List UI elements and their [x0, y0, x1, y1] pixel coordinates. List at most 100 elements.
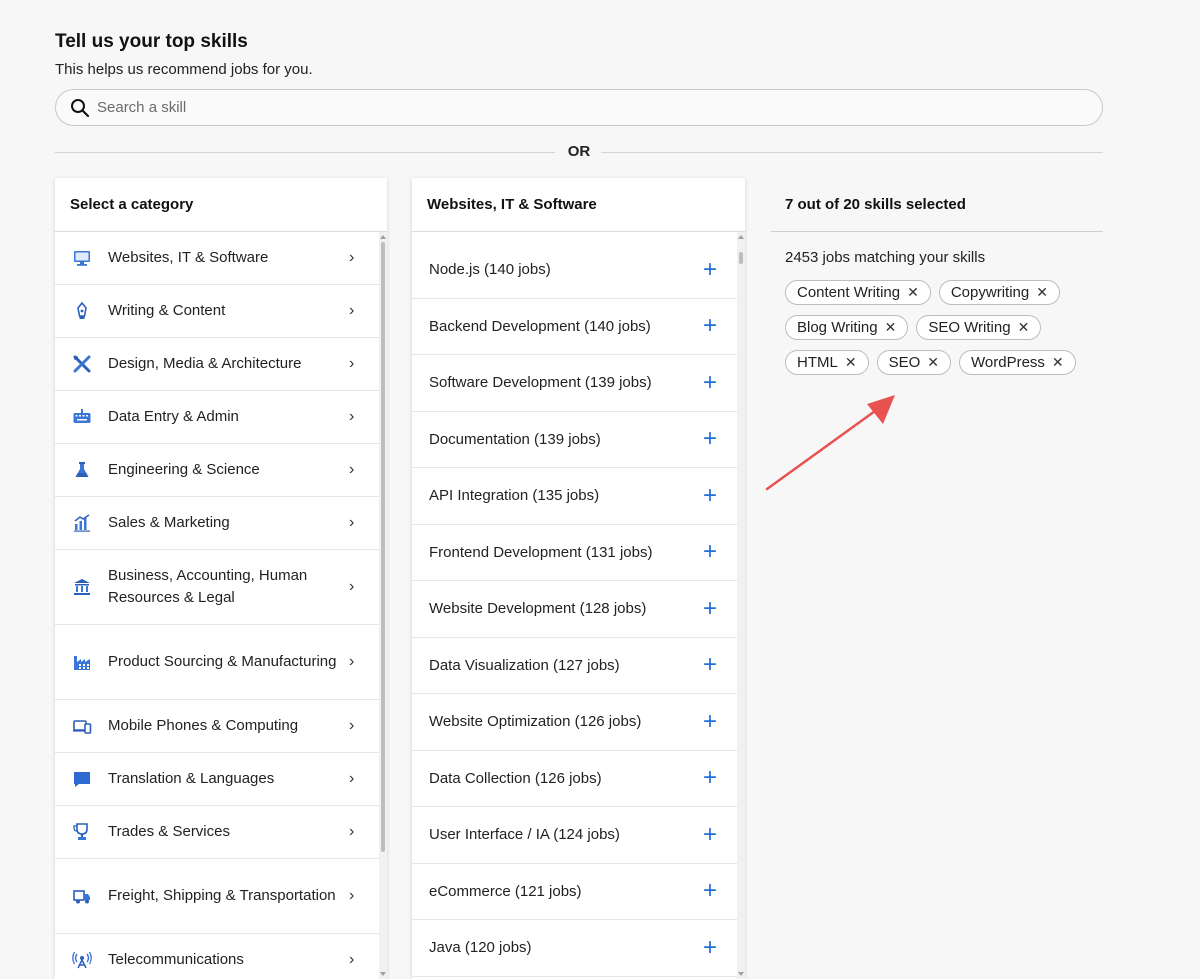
- selected-skill-chip: Content Writing ✕: [785, 280, 931, 305]
- skill-panel-title: Websites, IT & Software: [412, 178, 745, 232]
- category-label: Data Entry & Admin: [108, 408, 239, 425]
- category-panel: Select a category Websites, IT & Softwar…: [55, 178, 387, 979]
- page-subtitle: This helps us recommend jobs for you.: [55, 61, 313, 78]
- selected-count: 7 out of 20 skills selected: [771, 178, 1103, 232]
- category-scrollbar[interactable]: [379, 232, 387, 979]
- annotation-arrow: [765, 395, 895, 491]
- chevron-right-icon: ›: [349, 302, 355, 319]
- remove-chip-icon[interactable]: ✕: [1052, 354, 1064, 371]
- add-skill-icon[interactable]: +: [703, 935, 717, 960]
- skill-list: Node.js (140 jobs) + Backend Development (…: [412, 232, 737, 979]
- search-input[interactable]: [97, 99, 997, 116]
- factory-icon: [71, 651, 93, 673]
- chart-icon: [71, 512, 93, 534]
- category-label: Websites, IT & Software: [108, 249, 269, 266]
- skill-item[interactable]: API Integration (135 jobs) +: [412, 468, 737, 525]
- skill-label: User Interface / IA (124 jobs): [429, 826, 620, 844]
- chip-label: Copywriting: [950, 284, 1030, 301]
- remove-chip-icon[interactable]: ✕: [907, 284, 919, 301]
- add-skill-icon[interactable]: +: [703, 540, 717, 564]
- chevron-right-icon: ›: [349, 578, 355, 595]
- remove-chip-icon[interactable]: ✕: [927, 354, 939, 371]
- scroll-down-arrow[interactable]: [738, 972, 744, 976]
- selected-skills-panel: 7 out of 20 skills selected 2453 jobs ma…: [771, 178, 1103, 385]
- skill-item[interactable]: Data Collection (126 jobs) +: [412, 751, 737, 807]
- category-panel-title: Select a category: [55, 178, 387, 232]
- add-skill-icon[interactable]: +: [703, 653, 717, 677]
- selected-skill-chip: HTML ✕: [785, 350, 869, 375]
- chip-label: SEO: [888, 354, 921, 371]
- design-tools-icon: [71, 353, 93, 375]
- category-item[interactable]: Websites, IT & Software ›: [55, 232, 379, 285]
- category-item[interactable]: Product Sourcing & Manufacturing ›: [55, 625, 379, 700]
- category-item[interactable]: Mobile Phones & Computing ›: [55, 700, 379, 753]
- skill-item[interactable]: Java (120 jobs) +: [412, 920, 737, 977]
- selected-skill-chip: Copywriting ✕: [938, 280, 1060, 305]
- skill-scrollbar[interactable]: [737, 232, 745, 979]
- category-label: Freight, Shipping & Transportation: [108, 887, 336, 904]
- category-item[interactable]: Engineering & Science ›: [55, 444, 379, 497]
- add-skill-icon[interactable]: +: [703, 709, 717, 734]
- category-label: Telecommunications: [108, 951, 244, 968]
- category-item[interactable]: Writing & Content ›: [55, 285, 379, 338]
- category-item[interactable]: Data Entry & Admin ›: [55, 391, 379, 444]
- scroll-up-arrow[interactable]: [380, 235, 386, 239]
- page-title: Tell us your top skills: [55, 31, 248, 52]
- skill-label: Node.js (140 jobs): [429, 261, 551, 279]
- scroll-up-arrow[interactable]: [738, 235, 744, 239]
- keyboard-icon: [71, 406, 93, 428]
- add-skill-icon[interactable]: +: [703, 370, 717, 395]
- category-item[interactable]: Design, Media & Architecture ›: [55, 338, 379, 391]
- chevron-right-icon: ›: [349, 461, 355, 478]
- skill-label: API Integration (135 jobs): [429, 487, 600, 505]
- page-header: Tell us your top skills This helps us re…: [55, 31, 313, 78]
- category-label: Sales & Marketing: [108, 514, 230, 531]
- divider-line-right: [601, 152, 1103, 153]
- category-item[interactable]: Translation & Languages ›: [55, 753, 379, 806]
- skill-label: Documentation (139 jobs): [429, 430, 601, 448]
- category-label: Business, Accounting, Human Resources & …: [108, 567, 308, 606]
- category-item[interactable]: Telecommunications ›: [55, 934, 379, 979]
- chip-label: Blog Writing: [797, 319, 878, 336]
- skill-item[interactable]: Software Development (139 jobs) +: [412, 355, 737, 412]
- category-label: Trades & Services: [108, 823, 230, 840]
- add-skill-icon[interactable]: +: [703, 766, 717, 790]
- remove-chip-icon[interactable]: ✕: [885, 319, 897, 336]
- skill-item[interactable]: Backend Development (140 jobs) +: [412, 299, 737, 355]
- add-skill-icon[interactable]: +: [703, 314, 717, 338]
- category-item[interactable]: Trades & Services ›: [55, 806, 379, 859]
- skill-item[interactable]: Node.js (140 jobs) +: [412, 242, 737, 299]
- category-label: Translation & Languages: [108, 770, 275, 787]
- skill-item[interactable]: Documentation (139 jobs) +: [412, 412, 737, 468]
- selected-skill-chip: Blog Writing ✕: [785, 315, 909, 340]
- skill-item[interactable]: User Interface / IA (124 jobs) +: [412, 807, 737, 864]
- skill-item[interactable]: Website Development (128 jobs) +: [412, 581, 737, 638]
- devices-icon: [71, 715, 93, 737]
- category-list: Websites, IT & Software › Writing & Conten…: [55, 232, 379, 979]
- skill-item[interactable]: eCommerce (121 jobs) +: [412, 864, 737, 920]
- skill-scroll-thumb[interactable]: [739, 252, 743, 264]
- chevron-right-icon: ›: [349, 887, 355, 904]
- remove-chip-icon[interactable]: ✕: [845, 354, 857, 371]
- scroll-down-arrow[interactable]: [380, 972, 386, 976]
- category-item[interactable]: Freight, Shipping & Transportation ›: [55, 859, 379, 934]
- skill-label: Java (120 jobs): [429, 939, 532, 957]
- skill-item[interactable]: Frontend Development (131 jobs) +: [412, 525, 737, 581]
- add-skill-icon[interactable]: +: [703, 822, 717, 847]
- skill-label: Data Collection (126 jobs): [429, 769, 602, 787]
- selected-skill-chip: SEO ✕: [876, 350, 951, 375]
- category-item[interactable]: Business, Accounting, Human Resources & …: [55, 550, 379, 625]
- add-skill-icon[interactable]: +: [703, 427, 717, 451]
- skill-item[interactable]: Website Optimization (126 jobs) +: [412, 694, 737, 751]
- skill-search-box[interactable]: [55, 89, 1103, 126]
- skill-item[interactable]: Data Visualization (127 jobs) +: [412, 638, 737, 694]
- add-skill-icon[interactable]: +: [703, 257, 717, 282]
- remove-chip-icon[interactable]: ✕: [1036, 284, 1048, 301]
- matching-jobs-count: 2453 jobs matching your skills: [785, 249, 986, 266]
- add-skill-icon[interactable]: +: [703, 596, 717, 621]
- add-skill-icon[interactable]: +: [703, 483, 717, 508]
- remove-chip-icon[interactable]: ✕: [1018, 319, 1030, 336]
- add-skill-icon[interactable]: +: [703, 879, 717, 903]
- category-item[interactable]: Sales & Marketing ›: [55, 497, 379, 550]
- category-scroll-thumb[interactable]: [381, 242, 385, 852]
